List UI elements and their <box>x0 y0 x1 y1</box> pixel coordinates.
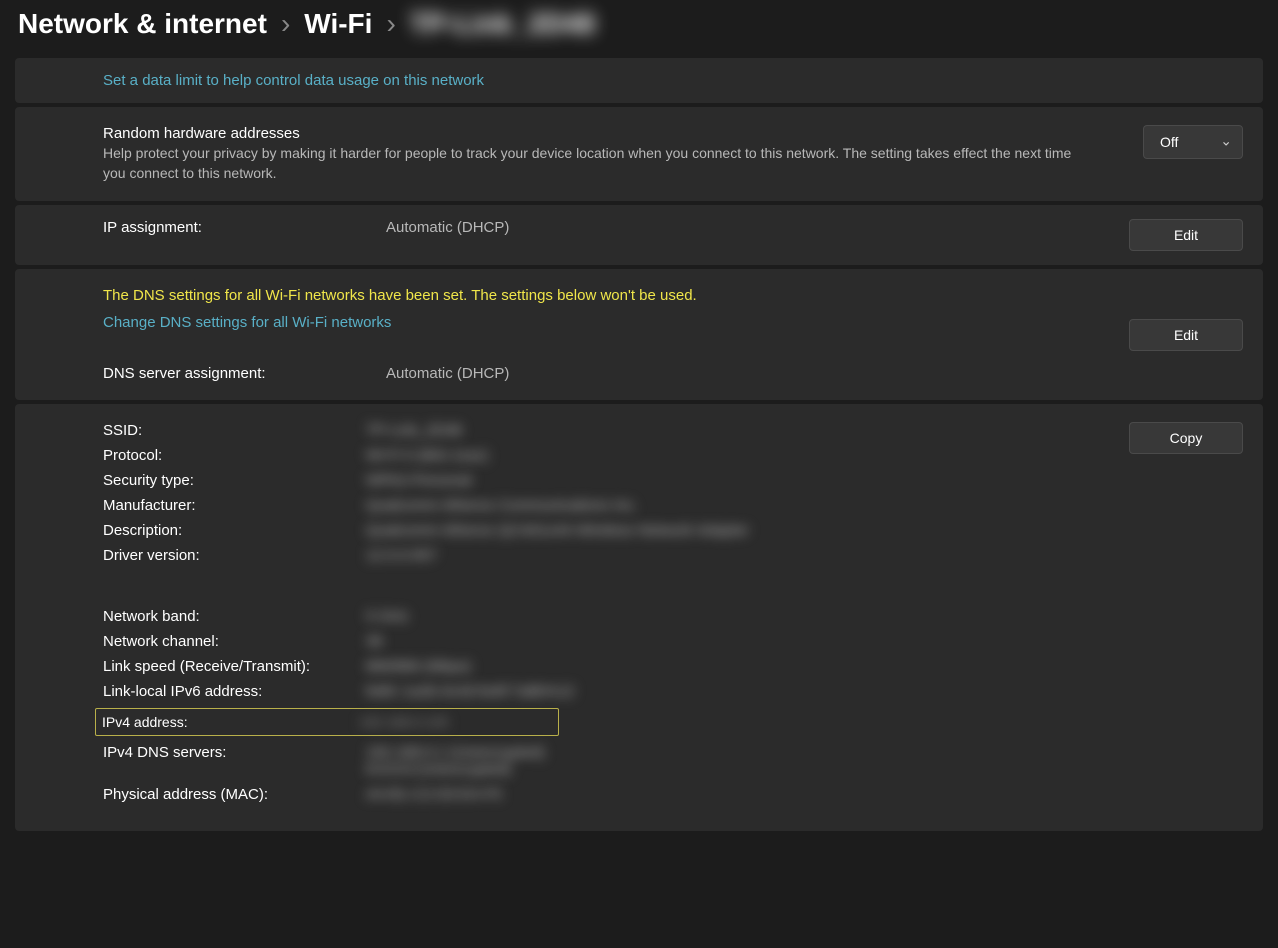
detail-value: 866/866 (Mbps) <box>366 658 471 675</box>
detail-row: Network band:5 GHz <box>103 608 1243 625</box>
detail-row: Link speed (Receive/Transmit):866/866 (M… <box>103 658 1243 675</box>
detail-label: Network channel: <box>103 633 366 650</box>
ipv4-address-row-highlight: IPv4 address:192.168.0.105 <box>95 708 559 736</box>
detail-label: Driver version: <box>103 547 366 564</box>
chevron-down-icon: ⌄ <box>1220 133 1232 150</box>
random-hw-dropdown[interactable]: Off ⌄ <box>1143 125 1243 159</box>
detail-label: IPv4 address: <box>102 714 359 730</box>
chevron-right-icon: › <box>281 8 290 40</box>
chevron-right-icon: › <box>386 8 395 40</box>
random-hw-value: Off <box>1160 134 1178 150</box>
detail-value: WPA2-Personal <box>366 472 472 489</box>
detail-label: Manufacturer: <box>103 497 366 514</box>
detail-row: Physical address (MAC):A4-B1-C2-D3-E4-F5 <box>103 786 1243 803</box>
detail-row: Driver version:12.0.0.957 <box>103 547 1243 564</box>
dns-panel: The DNS settings for all Wi-Fi networks … <box>15 269 1263 400</box>
breadcrumb-wifi[interactable]: Wi-Fi <box>304 8 372 40</box>
detail-value: Qualcomm Atheros QCA61x4A Wireless Netwo… <box>366 522 749 539</box>
dns-change-link[interactable]: Change DNS settings for all Wi-Fi networ… <box>103 314 697 331</box>
detail-label: Protocol: <box>103 447 366 464</box>
ip-assignment-label: IP assignment: <box>103 219 366 236</box>
set-data-limit-link[interactable]: Set a data limit to help control data us… <box>103 72 484 89</box>
detail-label: Network band: <box>103 608 366 625</box>
detail-value: 5 GHz <box>366 608 409 625</box>
detail-value: 192.168.0.1 (Unencrypted)8.8.8.8 (Unencr… <box>366 744 544 778</box>
dns-assignment-value: Automatic (DHCP) <box>386 365 509 382</box>
data-limit-panel: Set a data limit to help control data us… <box>15 58 1263 103</box>
detail-row: Protocol:Wi-Fi 5 (802.11ac) <box>103 447 1243 464</box>
ip-assignment-panel: IP assignment: Automatic (DHCP) Edit <box>15 205 1263 265</box>
detail-label: Description: <box>103 522 366 539</box>
detail-row: Description:Qualcomm Atheros QCA61x4A Wi… <box>103 522 1243 539</box>
network-details-panel: Copy SSID:TP-Link_2D48Protocol:Wi-Fi 5 (… <box>15 404 1263 831</box>
detail-label: Physical address (MAC): <box>103 786 366 803</box>
ip-assignment-value: Automatic (DHCP) <box>386 219 509 236</box>
detail-label: IPv4 DNS servers: <box>103 744 366 761</box>
detail-row: Network channel:36 <box>103 633 1243 650</box>
detail-value: 192.168.0.105 <box>359 714 449 730</box>
detail-value: TP-Link_2D48 <box>366 422 462 439</box>
detail-value: Wi-Fi 5 (802.11ac) <box>366 447 488 464</box>
detail-row: Link-local IPv6 address:fe80::1a2b:3c4d:… <box>103 683 1243 700</box>
breadcrumb: Network & internet › Wi-Fi › TP-Link_2D4… <box>0 0 1278 58</box>
random-hw-title: Random hardware addresses <box>103 125 1123 142</box>
dns-assignment-label: DNS server assignment: <box>103 365 366 382</box>
detail-value: 36 <box>366 633 383 650</box>
detail-label: Security type: <box>103 472 366 489</box>
detail-label: Link speed (Receive/Transmit): <box>103 658 366 675</box>
detail-row: IPv4 DNS servers:192.168.0.1 (Unencrypte… <box>103 744 1243 778</box>
breadcrumb-network-name[interactable]: TP-Link_2D48 <box>410 8 595 40</box>
detail-row: Security type:WPA2-Personal <box>103 472 1243 489</box>
detail-value: 12.0.0.957 <box>366 547 437 564</box>
copy-button[interactable]: Copy <box>1129 422 1243 454</box>
breadcrumb-root[interactable]: Network & internet <box>18 8 267 40</box>
detail-label: SSID: <box>103 422 366 439</box>
ip-assignment-edit-button[interactable]: Edit <box>1129 219 1243 251</box>
random-hw-subtitle: Help protect your privacy by making it h… <box>103 144 1083 183</box>
detail-value: Qualcomm Atheros Communications Inc. <box>366 497 638 514</box>
random-hardware-panel: Random hardware addresses Help protect y… <box>15 107 1263 201</box>
dns-warning-text: The DNS settings for all Wi-Fi networks … <box>103 287 697 304</box>
detail-row: SSID:TP-Link_2D48 <box>103 422 1243 439</box>
detail-row: Manufacturer:Qualcomm Atheros Communicat… <box>103 497 1243 514</box>
detail-value: fe80::1a2b:3c4d:5e6f:7a8b%12 <box>366 683 575 700</box>
detail-label: Link-local IPv6 address: <box>103 683 366 700</box>
dns-edit-button[interactable]: Edit <box>1129 319 1243 351</box>
detail-value: A4-B1-C2-D3-E4-F5 <box>366 786 502 803</box>
